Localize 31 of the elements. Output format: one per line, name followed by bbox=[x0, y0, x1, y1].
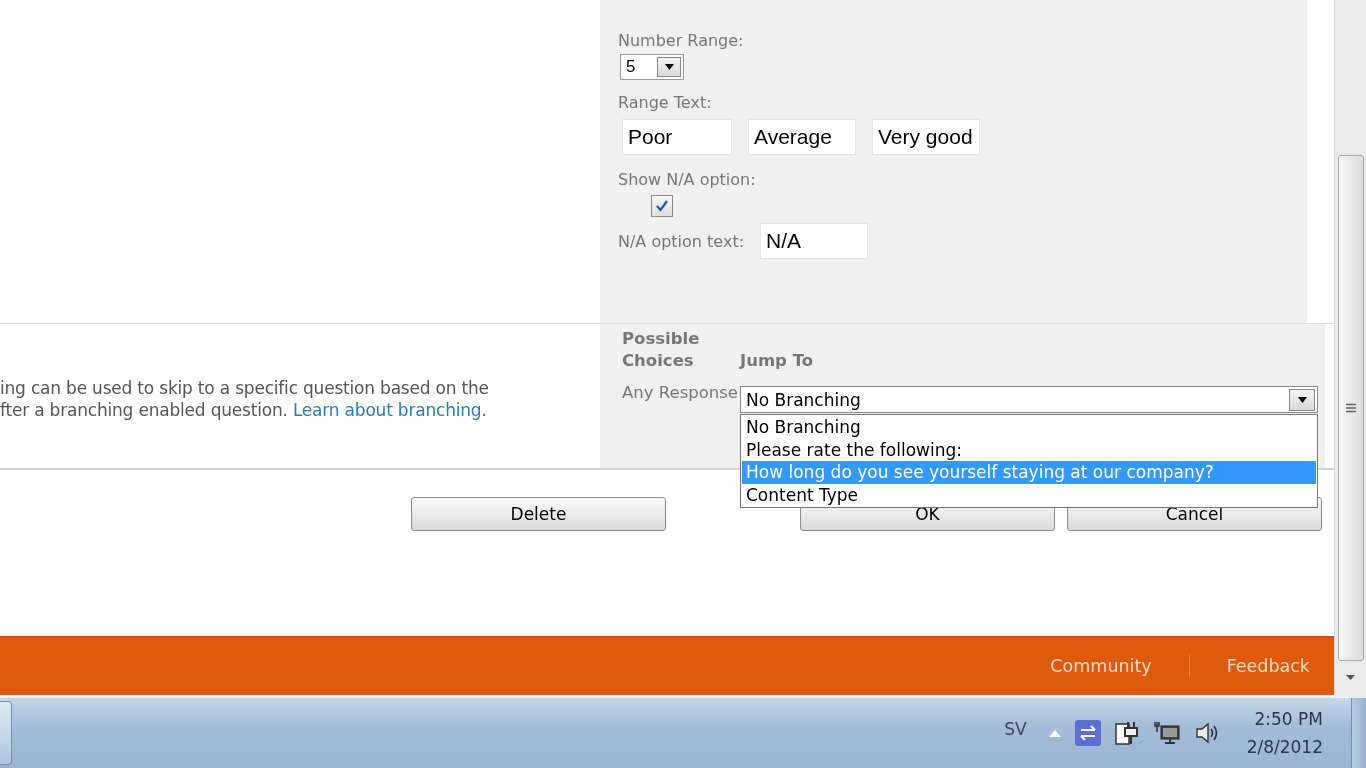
na-text-field[interactable]: N/A bbox=[760, 223, 869, 259]
dropdown-option[interactable]: Please rate the following: bbox=[742, 438, 1316, 461]
clock-time[interactable]: 2:50 PM bbox=[1254, 705, 1323, 733]
dropdown-option[interactable]: No Branching bbox=[742, 416, 1316, 439]
field-label: Show N/A option: bbox=[618, 169, 757, 191]
sync-arrows-icon[interactable] bbox=[1074, 720, 1101, 746]
show-na-checkbox[interactable] bbox=[651, 195, 673, 217]
choice-label: Any Response bbox=[622, 382, 739, 404]
column-header: Possible Choices bbox=[622, 328, 701, 372]
field-label: Range Text: bbox=[618, 92, 713, 114]
grip-icon bbox=[1346, 403, 1356, 413]
delete-button[interactable]: Delete bbox=[411, 497, 666, 531]
scrollbar-thumb[interactable] bbox=[1338, 155, 1364, 661]
clock-date[interactable]: 2/8/2012 bbox=[1246, 733, 1323, 761]
field-label: N/A option text: bbox=[618, 231, 745, 251]
taskbar-button[interactable] bbox=[0, 701, 12, 765]
language-indicator[interactable]: SV bbox=[1004, 719, 1027, 739]
range-text-field[interactable]: Average bbox=[748, 119, 856, 155]
network-computer-icon[interactable] bbox=[1152, 720, 1181, 746]
range-text-field[interactable]: Poor bbox=[622, 119, 732, 155]
learn-link[interactable]: Learn about branching. bbox=[292, 400, 487, 420]
caret-icon bbox=[664, 64, 674, 70]
checkmark-icon bbox=[655, 199, 669, 213]
caret-icon bbox=[1297, 396, 1307, 403]
power-plug-icon[interactable] bbox=[1114, 720, 1139, 746]
column-header: Jump To bbox=[740, 350, 814, 372]
scroll-down-icon[interactable] bbox=[1346, 675, 1355, 680]
number-range-dropdown[interactable]: 5 bbox=[620, 54, 684, 80]
branching-description: ing can be used to skip to a specific question based on the fter a branching enabled question. Learn about branching. bbox=[0, 377, 490, 421]
range-text-field[interactable]: Very good bbox=[872, 119, 980, 155]
field-label: Number Range: bbox=[618, 30, 745, 52]
